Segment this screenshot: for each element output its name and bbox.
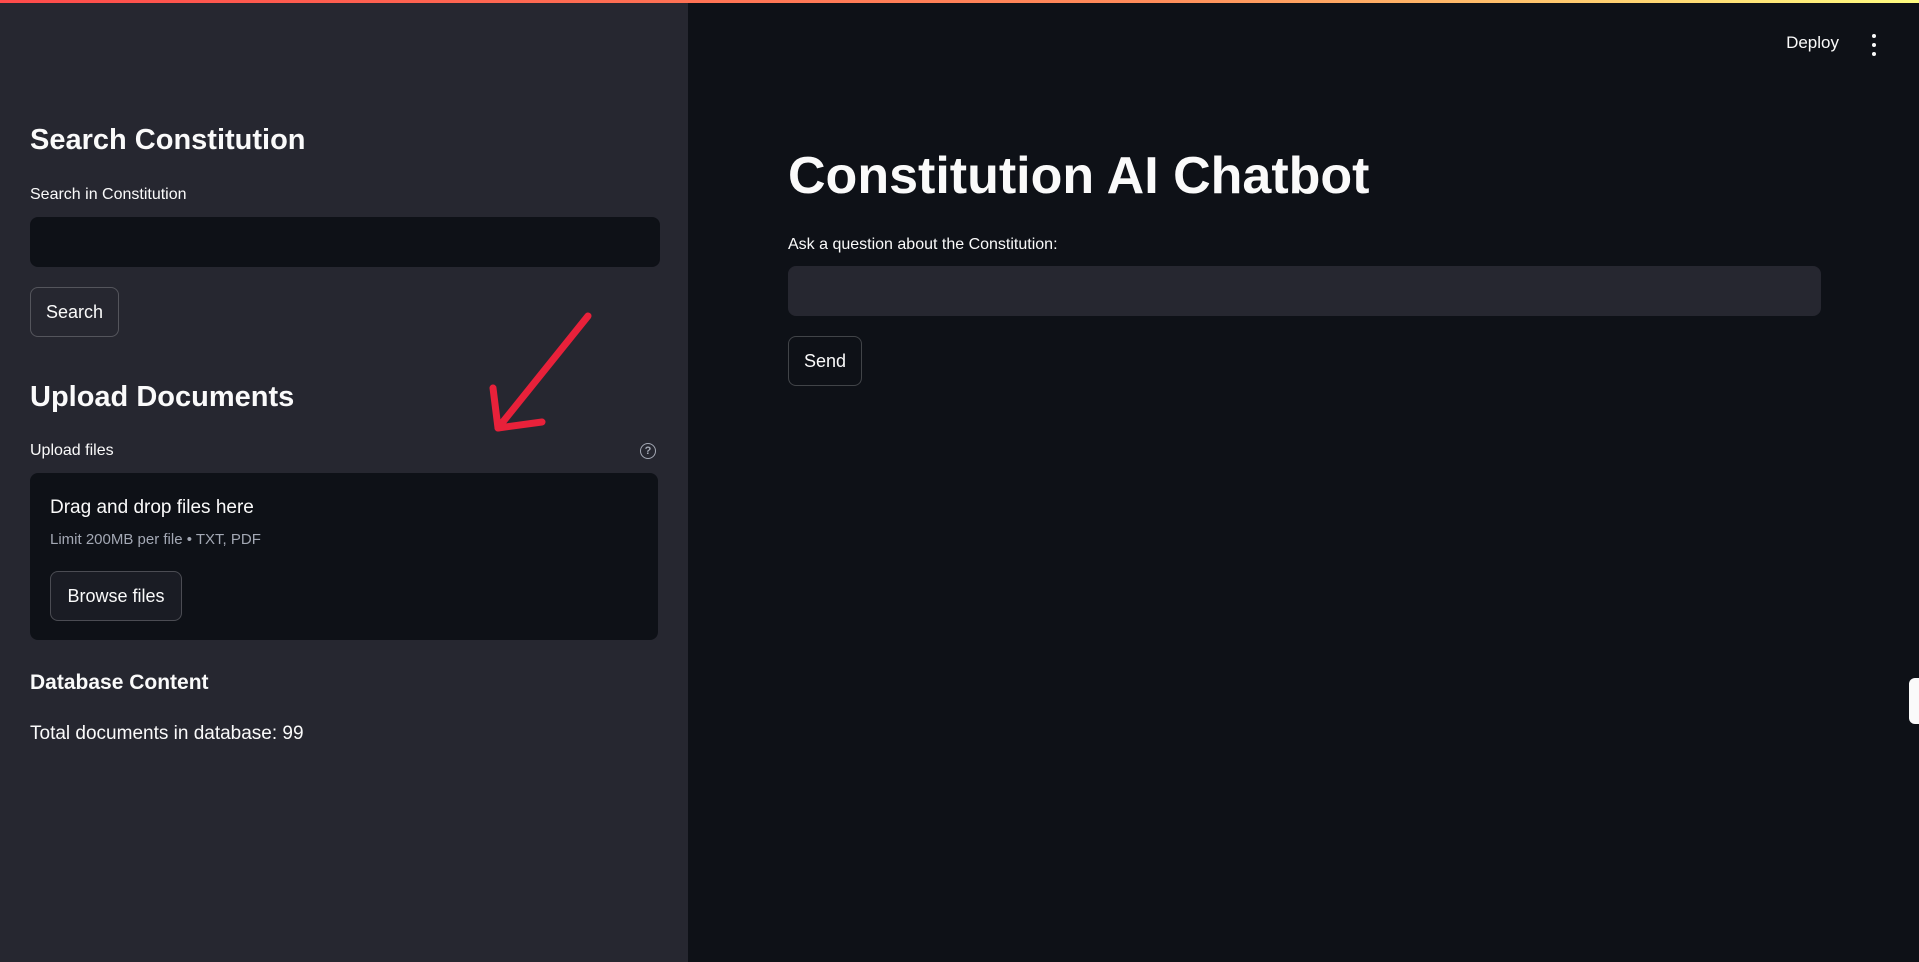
kebab-menu-icon[interactable] (1869, 34, 1879, 56)
file-dropzone[interactable]: Drag and drop files here Limit 200MB per… (30, 473, 658, 640)
help-icon[interactable]: ? (640, 443, 656, 459)
search-input[interactable] (30, 217, 660, 267)
upload-section-heading: Upload Documents (30, 381, 295, 413)
search-section-heading: Search Constitution (30, 124, 306, 156)
main-content: Deploy Constitution AI Chatbot Ask a que… (688, 0, 1919, 962)
sidebar: Search Constitution Search in Constituti… (0, 0, 688, 962)
sidebar-edge-handle[interactable] (1909, 678, 1919, 724)
red-arrow-annotation (489, 312, 592, 432)
dropzone-title: Drag and drop files here (50, 497, 254, 518)
send-button[interactable]: Send (788, 336, 862, 386)
upload-files-label: Upload files (30, 442, 114, 459)
dropzone-limits: Limit 200MB per file • TXT, PDF (50, 531, 261, 548)
question-input-label: Ask a question about the Constitution: (788, 236, 1058, 253)
top-accent-bar (0, 0, 1919, 3)
search-input-label: Search in Constitution (30, 186, 187, 203)
page-title: Constitution AI Chatbot (788, 147, 1370, 205)
database-document-count: Total documents in database: 99 (30, 723, 304, 744)
browse-files-button[interactable]: Browse files (50, 571, 182, 621)
database-section-heading: Database Content (30, 671, 209, 694)
deploy-button[interactable]: Deploy (1786, 33, 1839, 53)
search-button[interactable]: Search (30, 287, 119, 337)
question-input[interactable] (788, 266, 1821, 316)
